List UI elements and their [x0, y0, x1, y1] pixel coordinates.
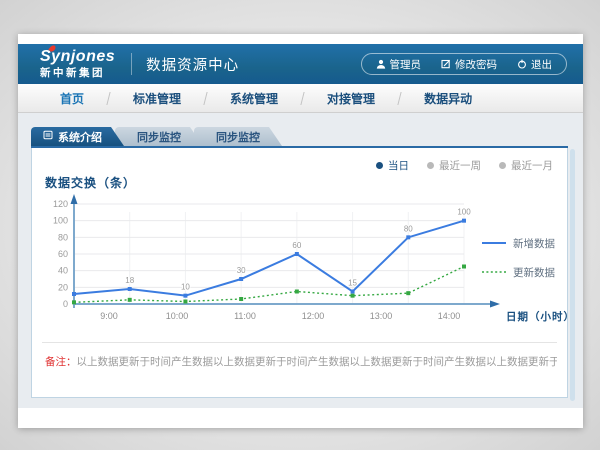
svg-text:9:00: 9:00: [100, 311, 118, 321]
edit-icon: [441, 59, 451, 69]
change-password-label: 修改密码: [455, 57, 497, 72]
legend-new-data[interactable]: 新增数据: [482, 234, 555, 252]
svg-text:40: 40: [58, 266, 68, 276]
footnote-label: 备注：: [45, 356, 77, 368]
footnote: 备注：以上数据更新于时间产生数据以上数据更新于时间产生数据以上数据更新于时间产生…: [45, 354, 557, 369]
svg-text:0: 0: [63, 299, 68, 309]
time-range-filter: 当日 最近一周 最近一月: [376, 158, 553, 173]
footnote-text: 以上数据更新于时间产生数据以上数据更新于时间产生数据以上数据更新于时间产生数据以…: [77, 356, 558, 368]
svg-text:12:00: 12:00: [302, 311, 325, 321]
change-password-button[interactable]: 修改密码: [431, 57, 507, 72]
svg-text:80: 80: [404, 224, 413, 233]
logo-company-name: 新中新集团: [40, 68, 115, 79]
svg-text:10: 10: [181, 283, 190, 292]
chart-legend: 新增数据 更新数据: [482, 234, 555, 281]
user-menu: 管理员 修改密码 退出: [361, 53, 568, 75]
legend-updated-data[interactable]: 更新数据: [482, 263, 555, 281]
tab-bar: 系统介绍 同步监控 同步监控: [31, 127, 568, 146]
system-intro-panel: 当日 最近一周 最近一月 数据交换（条） 0 20 40 60 80 100 120 9:00…: [31, 148, 568, 398]
user-icon: [376, 59, 386, 69]
svg-text:80: 80: [58, 232, 68, 242]
logout-label: 退出: [531, 57, 552, 72]
panel-divider: [42, 342, 557, 343]
svg-text:10:00: 10:00: [166, 311, 189, 321]
svg-text:120: 120: [53, 199, 68, 209]
app-title: 数据资源中心: [146, 54, 239, 75]
nav-item-interface-mgmt[interactable]: 对接管理: [303, 90, 399, 107]
svg-text:60: 60: [58, 249, 68, 259]
svg-text:日期（小时）: 日期（小时）: [506, 310, 575, 323]
chart-title: 数据交换（条）: [45, 174, 136, 191]
app-header: Synjones 新中新集团 数据资源中心 管理员 修改密码: [18, 44, 583, 84]
synjones-logo: Synjones 新中新集团: [40, 49, 115, 79]
main-nav: 首页 标准管理 系统管理 对接管理 数据异动: [18, 84, 583, 113]
radio-label: 最近一月: [511, 158, 553, 173]
page-footer: [18, 408, 583, 428]
legend-label: 新增数据: [513, 236, 555, 251]
svg-text:18: 18: [125, 276, 134, 285]
radio-dot-icon: [499, 162, 506, 169]
radio-dot-icon: [427, 162, 434, 169]
nav-item-home[interactable]: 首页: [36, 90, 108, 107]
logout-button[interactable]: 退出: [507, 57, 562, 72]
logo-wordmark: Synjones: [40, 49, 115, 65]
solid-line-icon: [482, 234, 506, 252]
scrollbar[interactable]: [570, 149, 575, 401]
radio-last-month[interactable]: 最近一月: [499, 158, 553, 173]
svg-text:11:00: 11:00: [234, 311, 256, 321]
admin-user-label: 管理员: [390, 57, 422, 72]
nav-item-data-change[interactable]: 数据异动: [400, 90, 496, 107]
radio-last-week[interactable]: 最近一周: [427, 158, 481, 173]
radio-label: 当日: [388, 158, 409, 173]
app-window: Synjones 新中新集团 数据资源中心 管理员 修改密码: [18, 34, 583, 428]
page-top-strip: [18, 34, 583, 44]
tab-sync-monitor-2[interactable]: 同步监控: [194, 127, 282, 146]
svg-text:100: 100: [457, 208, 471, 217]
svg-text:60: 60: [292, 241, 301, 250]
radio-dot-icon: [376, 162, 383, 169]
svg-text:30: 30: [237, 266, 246, 275]
svg-text:100: 100: [53, 216, 68, 226]
admin-user-button[interactable]: 管理员: [366, 57, 432, 72]
dotted-line-icon: [482, 263, 506, 281]
svg-text:15: 15: [348, 279, 357, 288]
nav-item-system-mgmt[interactable]: 系统管理: [206, 90, 302, 107]
tab-label: 同步监控: [137, 129, 181, 145]
tab-sync-monitor-1[interactable]: 同步监控: [115, 127, 203, 146]
header-divider: [131, 53, 132, 75]
legend-label: 更新数据: [513, 265, 555, 280]
nav-item-standard-mgmt[interactable]: 标准管理: [109, 90, 205, 107]
svg-text:13:00: 13:00: [370, 311, 393, 321]
svg-text:14:00: 14:00: [438, 311, 461, 321]
radio-label: 最近一周: [439, 158, 481, 173]
radio-today[interactable]: 当日: [376, 158, 409, 173]
document-icon: [43, 130, 53, 143]
tab-system-intro[interactable]: 系统介绍: [31, 127, 124, 146]
tab-label: 系统介绍: [58, 129, 102, 145]
svg-text:20: 20: [58, 282, 68, 292]
content-area: 系统介绍 同步监控 同步监控 当日 最近一周: [18, 113, 583, 408]
power-icon: [517, 59, 527, 69]
tab-label: 同步监控: [216, 129, 260, 145]
